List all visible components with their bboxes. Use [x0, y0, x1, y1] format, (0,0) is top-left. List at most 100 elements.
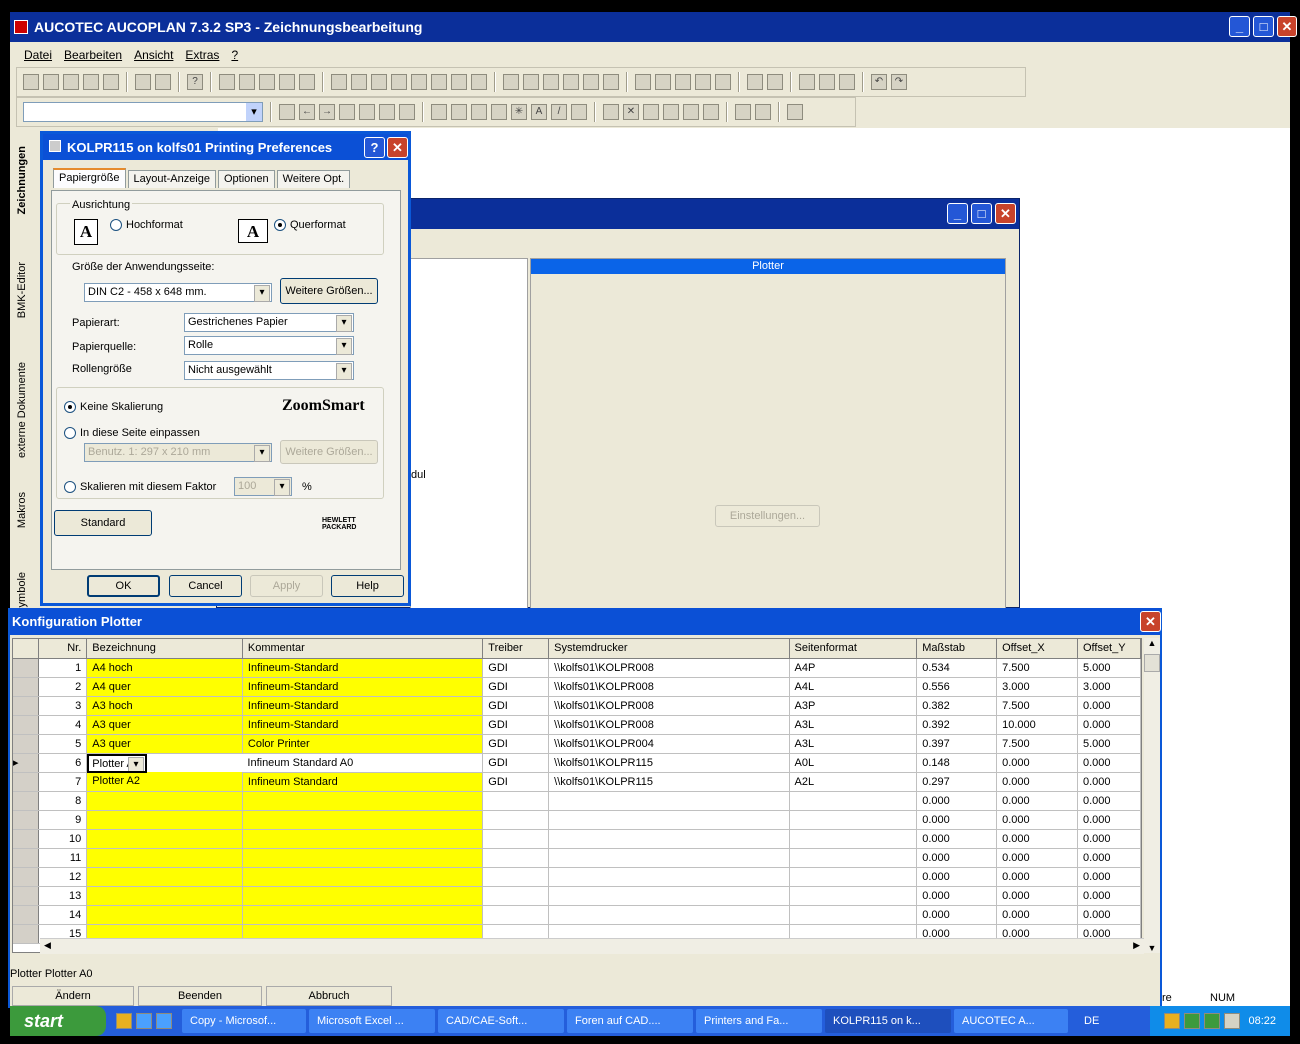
cell-nr[interactable]: 7	[38, 772, 88, 792]
menu-ansicht[interactable]: Ansicht	[134, 48, 173, 62]
cell-seitenformat[interactable]	[789, 867, 918, 887]
row-selector[interactable]	[13, 848, 40, 868]
cell-bezeichnung[interactable]	[86, 886, 243, 906]
column-header-massstab[interactable]: Maßstab	[916, 639, 998, 659]
cell-systemdrucker[interactable]	[548, 905, 790, 925]
cell-treiber[interactable]: GDI	[482, 715, 550, 735]
cell-nr[interactable]: 4	[38, 715, 88, 735]
cell-treiber[interactable]: GDI	[482, 753, 550, 773]
cell-massstab[interactable]: 0.000	[916, 791, 998, 811]
replace2-icon[interactable]	[839, 74, 855, 90]
cell-offset-x[interactable]: 0.000	[996, 848, 1078, 868]
table-row[interactable]: ▸6Plotter A0 Infineum Standard A0GDI\\kol…	[13, 753, 1141, 773]
pp-close-button[interactable]: ✕	[387, 137, 408, 158]
cell-kommentar[interactable]: Infineum-Standard	[242, 658, 484, 678]
cell-kommentar[interactable]: Infineum-Standard	[242, 715, 484, 735]
scroll-down-icon[interactable]: ▼	[1144, 943, 1160, 953]
cell-seitenformat[interactable]	[789, 848, 918, 868]
cell-nr[interactable]: 9	[38, 810, 88, 830]
edit3-icon[interactable]	[683, 104, 699, 120]
cell-bezeichnung[interactable]: Plotter A0	[87, 753, 147, 773]
cell-systemdrucker[interactable]: \\kolfs01\KOLPR008	[548, 677, 790, 697]
cell-offset-x[interactable]: 0.000	[996, 753, 1078, 773]
cell-offset-y[interactable]: 0.000	[1077, 886, 1141, 906]
column-header-bezeichnung[interactable]: Bezeichnung	[86, 639, 243, 659]
folder-icon[interactable]	[63, 74, 79, 90]
zoom-out-icon[interactable]	[767, 74, 783, 90]
task-aucotec[interactable]: AUCOTEC A...	[954, 1009, 1068, 1033]
table-row[interactable]: 11 0.000 0.000 0.000	[13, 848, 1141, 868]
dim3-icon[interactable]	[491, 104, 507, 120]
cross-icon[interactable]: ✕	[623, 104, 639, 120]
row-selector[interactable]	[13, 658, 40, 678]
tray2-icon[interactable]	[1184, 1013, 1201, 1029]
cell-treiber[interactable]	[482, 867, 550, 887]
task-printers[interactable]: Printers and Fa...	[696, 1009, 822, 1033]
table-row[interactable]: 7 Plotter A2 Infineum Standard GDI \\kolfs01…	[13, 772, 1141, 792]
cell-bezeichnung[interactable]: Plotter A2	[86, 772, 243, 792]
papierart-select[interactable]: Gestrichenes Papier	[184, 313, 354, 332]
cell-seitenformat[interactable]	[789, 886, 918, 906]
table-row[interactable]: 9 0.000 0.000 0.000	[13, 810, 1141, 830]
einpassen-radio[interactable]	[64, 427, 76, 439]
cell-bezeichnung[interactable]	[86, 791, 243, 811]
cell-kommentar[interactable]: Infineum Standard	[242, 772, 484, 792]
faktor-spinner[interactable]: 100	[234, 477, 292, 496]
cell-treiber[interactable]: GDI	[482, 772, 550, 792]
sidebar-tab-zeichnungen[interactable]: Zeichnungen	[16, 146, 28, 214]
menu-datei[interactable]: Datei	[24, 48, 52, 62]
replace-icon[interactable]	[819, 74, 835, 90]
cell-massstab[interactable]: 0.534	[916, 658, 998, 678]
cell-offset-y[interactable]: 0.000	[1077, 810, 1141, 830]
row-selector[interactable]: ▸	[13, 753, 40, 773]
row-selector[interactable]	[13, 829, 40, 849]
cell-kommentar[interactable]	[242, 905, 484, 925]
ok-button[interactable]: OK	[87, 575, 160, 597]
cell-nr[interactable]: 11	[38, 848, 88, 868]
cell-seitenformat[interactable]: A2L	[789, 772, 918, 792]
ab-icon[interactable]	[471, 74, 487, 90]
cell-kommentar[interactable]	[242, 829, 484, 849]
cell-nr[interactable]: 1	[38, 658, 88, 678]
cell-systemdrucker[interactable]	[548, 848, 790, 868]
einstellungen-button[interactable]: Einstellungen...	[715, 505, 820, 527]
einpassen-select[interactable]: Benutz. 1: 297 x 210 mm	[84, 443, 272, 462]
menu-help[interactable]: ?	[231, 48, 238, 62]
edit1-icon[interactable]	[643, 104, 659, 120]
row-selector[interactable]	[13, 696, 40, 716]
grid-icon[interactable]	[299, 74, 315, 90]
bg-maximize-button[interactable]: □	[971, 203, 992, 224]
tab-weitere-opt[interactable]: Weitere Opt.	[276, 170, 351, 188]
cell-massstab[interactable]: 0.297	[916, 772, 998, 792]
table-row[interactable]: 14 0.000 0.000 0.000	[13, 905, 1141, 925]
cell-treiber[interactable]	[482, 829, 550, 849]
hand-icon[interactable]	[431, 74, 447, 90]
column-header-kommentar[interactable]: Kommentar	[242, 639, 484, 659]
language-indicator[interactable]: DE	[1084, 1015, 1099, 1027]
rotate-icon[interactable]	[339, 104, 355, 120]
menu-extras[interactable]: Extras	[185, 48, 219, 62]
slash-icon[interactable]: /	[551, 104, 567, 120]
cell-offset-x[interactable]: 7.500	[996, 734, 1078, 754]
cell-nr[interactable]: 5	[38, 734, 88, 754]
cell-bezeichnung[interactable]	[86, 848, 243, 868]
aendern-button[interactable]: Ändern	[12, 986, 134, 1006]
cell-offset-y[interactable]: 0.000	[1077, 829, 1141, 849]
cell-treiber[interactable]: GDI	[482, 696, 550, 716]
row-selector[interactable]	[13, 924, 40, 944]
kp-close-button[interactable]: ✕	[1140, 611, 1161, 632]
nav1-icon[interactable]	[503, 74, 519, 90]
cell-nr[interactable]: 12	[38, 867, 88, 887]
table-row[interactable]: 1 A4 hoch Infineum-Standard GDI \\kolfs01\KO…	[13, 658, 1141, 678]
help-button[interactable]: Help	[331, 575, 404, 597]
cell-systemdrucker[interactable]	[548, 829, 790, 849]
tray3-icon[interactable]	[1204, 1013, 1221, 1029]
cell-treiber[interactable]: GDI	[482, 677, 550, 697]
keine-skalierung-radio[interactable]	[64, 401, 76, 413]
column-header-offset-x[interactable]: Offset_X	[996, 639, 1078, 659]
table-row[interactable]: 2 A4 quer Infineum-Standard GDI \\kolfs01\KO…	[13, 677, 1141, 697]
line-icon[interactable]	[431, 104, 447, 120]
open-icon[interactable]	[23, 74, 39, 90]
beenden-button[interactable]: Beenden	[138, 986, 262, 1006]
scroll-thumb[interactable]	[1144, 654, 1160, 672]
